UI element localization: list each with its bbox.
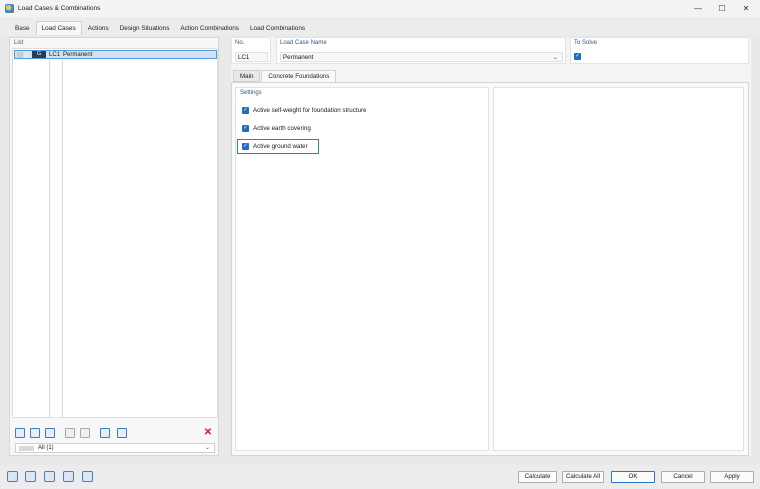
minimize-button[interactable]: —: [687, 2, 709, 15]
list-filter-select[interactable]: All (1) ⌄: [15, 443, 215, 453]
function-icon[interactable]: [82, 471, 93, 482]
color-swatch: [24, 51, 30, 58]
table-icon[interactable]: [44, 471, 55, 482]
units-icon[interactable]: [25, 471, 36, 482]
list-item[interactable]: G LC1 Permanent: [14, 50, 217, 59]
chevron-down-icon: ⌄: [552, 54, 558, 61]
window-title: Load Cases & Combinations: [18, 5, 101, 12]
sort-desc-icon[interactable]: [80, 428, 90, 438]
load-case-list[interactable]: G LC1 Permanent: [12, 48, 218, 418]
list-toolbar: ✕: [15, 428, 215, 440]
preview-area: [493, 87, 744, 451]
list-label: List: [14, 40, 24, 46]
footer-bar: Calculate Calculate All OK Cancel Apply: [0, 465, 760, 489]
column-divider: [49, 60, 50, 418]
tab-design-situations[interactable]: Design Situations: [115, 22, 175, 35]
load-case-name-value: Permanent: [283, 54, 314, 61]
name-box: Load Case Name Permanent ⌄: [276, 37, 566, 64]
filter-value: All (1): [38, 445, 54, 451]
tab-content: Settings ✓ Active self-weight for founda…: [231, 82, 749, 456]
self-weight-option[interactable]: ✓ Active self-weight for foundation stru…: [242, 107, 367, 114]
tab-actions[interactable]: Actions: [83, 22, 114, 35]
load-case-id: LC1: [49, 51, 61, 58]
tab-main[interactable]: Main: [233, 70, 261, 82]
apply-button[interactable]: Apply: [710, 471, 754, 483]
load-case-name-select[interactable]: Permanent ⌄: [280, 52, 563, 62]
move-icon[interactable]: [117, 428, 127, 438]
sub-tabs: Main Concrete Foundations: [233, 70, 337, 82]
delete-icon[interactable]: ✕: [203, 428, 213, 438]
cancel-button[interactable]: Cancel: [661, 471, 705, 483]
new-item-icon[interactable]: [15, 428, 25, 438]
list-panel: List G LC1 Permanent ✕ All (1) ⌄: [9, 37, 219, 456]
color-swatch: [17, 51, 23, 58]
filter-swatch: [19, 446, 34, 451]
title-bar: Load Cases & Combinations — ☐ ✕: [0, 0, 760, 17]
tab-load-combinations[interactable]: Load Combinations: [245, 22, 310, 35]
load-case-name: Permanent: [63, 51, 93, 58]
maximize-button[interactable]: ☐: [711, 2, 733, 15]
self-weight-label: Active self-weight for foundation struct…: [253, 107, 367, 114]
self-weight-checkbox[interactable]: ✓: [242, 107, 249, 114]
tab-load-cases[interactable]: Load Cases: [35, 21, 82, 35]
import-icon[interactable]: [45, 428, 55, 438]
settings-section: Settings ✓ Active self-weight for founda…: [235, 87, 489, 451]
tab-action-combinations[interactable]: Action Combinations: [175, 22, 244, 35]
app-icon: [5, 4, 14, 13]
settings-label: Settings: [240, 90, 262, 96]
earth-covering-label: Active earth covering: [253, 125, 311, 132]
group-badge: G: [32, 51, 46, 58]
earth-covering-checkbox[interactable]: ✓: [242, 125, 249, 132]
sort-asc-icon[interactable]: [65, 428, 75, 438]
calculate-button[interactable]: Calculate: [518, 471, 557, 483]
to-solve-label: To Solve: [574, 40, 598, 46]
no-box: No. LC1: [231, 37, 271, 64]
search-icon[interactable]: [7, 471, 18, 482]
name-label: Load Case Name: [280, 40, 327, 46]
filter-icon[interactable]: [63, 471, 74, 482]
tab-concrete-foundations[interactable]: Concrete Foundations: [261, 70, 337, 82]
no-field: LC1: [235, 52, 268, 62]
tab-base[interactable]: Base: [10, 22, 35, 35]
details-panel: No. LC1 Load Case Name Permanent ⌄ To So…: [231, 37, 751, 456]
column-divider: [62, 60, 63, 418]
main-tabs: Base Load Cases Actions Design Situation…: [0, 17, 760, 35]
earth-covering-option[interactable]: ✓ Active earth covering: [242, 125, 311, 132]
to-solve-box: To Solve ✓: [570, 37, 749, 64]
ok-button[interactable]: OK: [611, 471, 655, 483]
chevron-down-icon: ⌄: [204, 445, 210, 451]
highlight-box: [237, 139, 319, 154]
renumber-icon[interactable]: [100, 428, 110, 438]
to-solve-checkbox[interactable]: ✓: [574, 53, 581, 60]
no-label: No.: [235, 40, 245, 46]
calculate-all-button[interactable]: Calculate All: [562, 471, 604, 483]
close-button[interactable]: ✕: [735, 2, 757, 15]
copy-item-icon[interactable]: [30, 428, 40, 438]
